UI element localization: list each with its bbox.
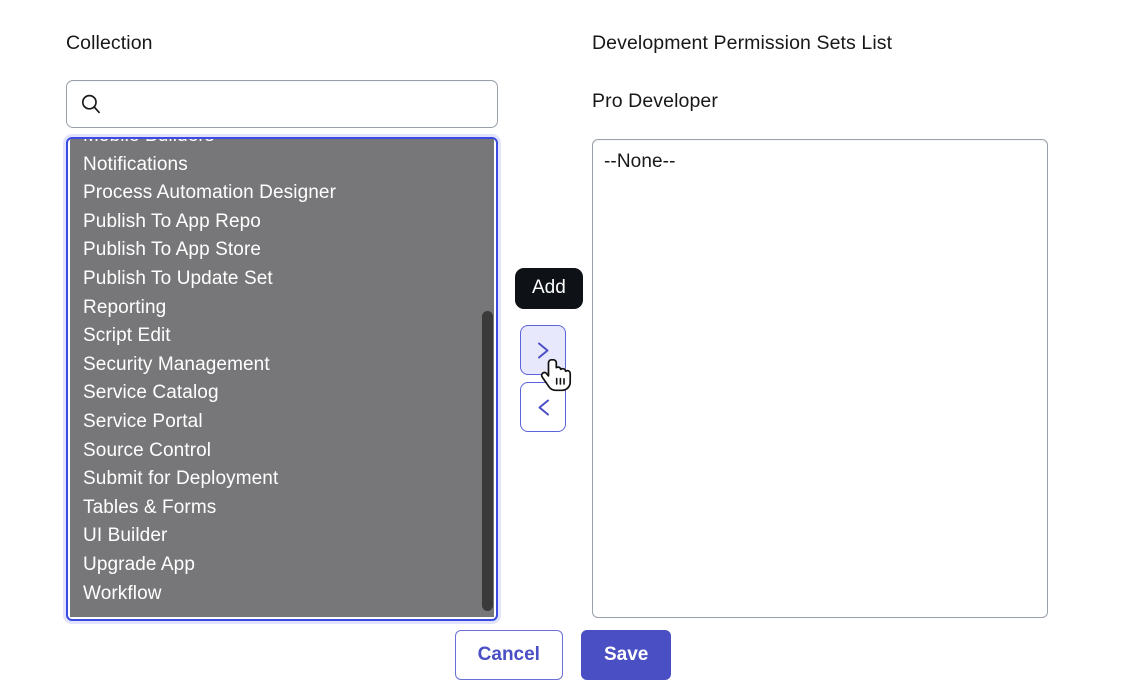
collection-listbox-viewport[interactable]: Mobile BuildersNotificationsProcess Auto…: [70, 139, 494, 617]
permission-sets-column: Development Permission Sets List: [592, 32, 1048, 55]
list-item[interactable]: Publish To Update Set: [70, 264, 494, 294]
collection-listbox[interactable]: Mobile BuildersNotificationsProcess Auto…: [66, 137, 498, 621]
list-item[interactable]: Submit for Deployment: [70, 465, 494, 494]
list-item[interactable]: Tables & Forms: [70, 493, 494, 523]
list-item[interactable]: UI Builder: [70, 522, 494, 551]
list-item[interactable]: Publish To App Store: [70, 236, 494, 265]
list-item[interactable]: Upgrade App: [70, 550, 494, 580]
permission-sets-dual-listbox: Collection Mobile BuildersNotificationsP…: [0, 0, 1126, 692]
list-item[interactable]: Source Control: [70, 436, 494, 466]
remove-button[interactable]: [520, 382, 566, 432]
list-item[interactable]: Publish To App Repo: [70, 207, 494, 237]
cancel-button[interactable]: Cancel: [454, 630, 563, 680]
dialog-footer: Cancel Save: [0, 630, 1126, 680]
permission-sets-listbox[interactable]: --None--: [592, 139, 1048, 618]
chevron-left-icon: [535, 397, 552, 418]
list-item[interactable]: Workflow: [70, 579, 494, 609]
collection-column: Collection: [66, 32, 498, 55]
list-item[interactable]: Service Catalog: [70, 379, 494, 408]
add-button-tooltip: Add: [515, 268, 583, 309]
collection-search-box[interactable]: [66, 80, 498, 128]
list-item[interactable]: Mobile Builders: [70, 139, 494, 151]
permission-sets-subheading: Pro Developer: [592, 90, 718, 112]
search-icon: [80, 93, 102, 115]
list-item[interactable]: Script Edit: [70, 322, 494, 351]
save-button[interactable]: Save: [580, 630, 672, 680]
list-item[interactable]: Reporting: [70, 293, 494, 323]
collection-heading: Collection: [66, 32, 153, 54]
list-item[interactable]: Security Management: [70, 350, 494, 380]
collection-option-list[interactable]: Mobile BuildersNotificationsProcess Auto…: [70, 139, 494, 609]
search-input[interactable]: [102, 82, 497, 126]
list-item[interactable]: Notifications: [70, 150, 494, 180]
list-item[interactable]: --None--: [593, 140, 1047, 174]
permission-sets-heading: Development Permission Sets List: [592, 32, 893, 54]
add-button[interactable]: [520, 325, 566, 375]
list-item[interactable]: Service Portal: [70, 407, 494, 437]
list-item[interactable]: Process Automation Designer: [70, 179, 494, 208]
chevron-right-icon: [535, 340, 552, 361]
collection-scrollbar-thumb[interactable]: [482, 311, 493, 611]
